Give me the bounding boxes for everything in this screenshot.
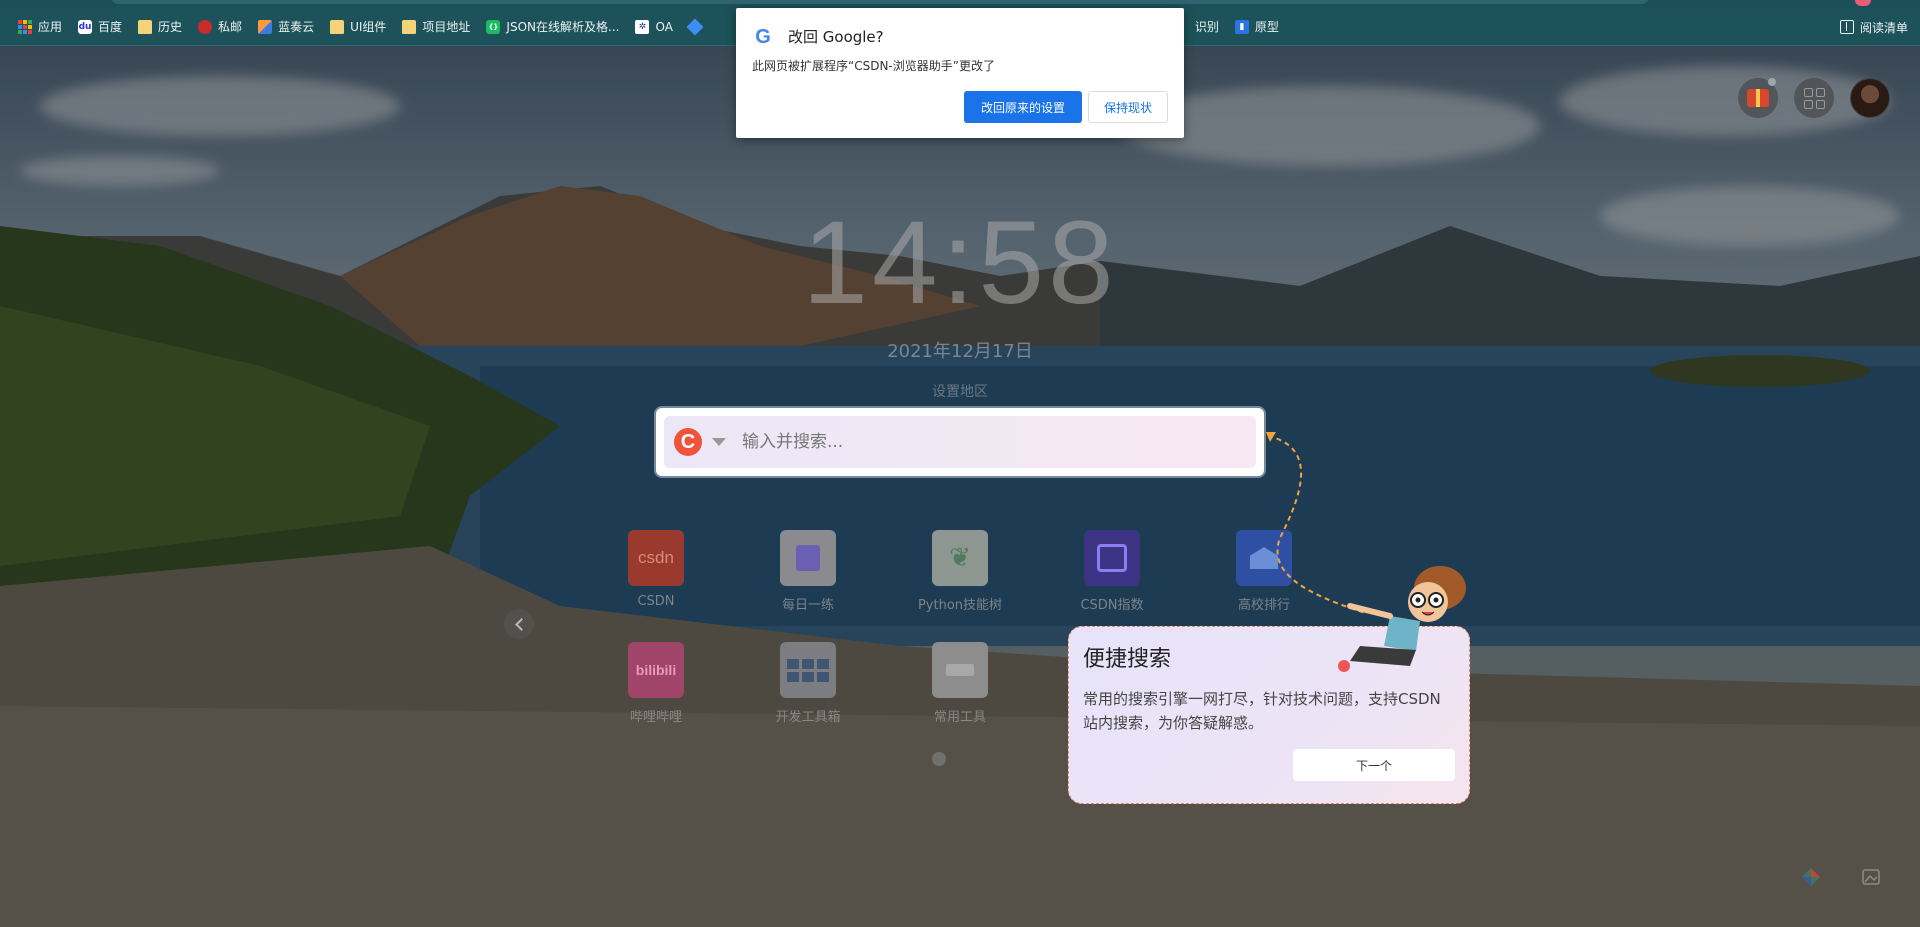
- app-tile-label: 每日一练: [781, 598, 834, 613]
- bilibili-icon: bilibili: [628, 642, 684, 698]
- tools-icon: [932, 642, 988, 698]
- app-tile-python-skill-tree[interactable]: ❦ Python技能树: [905, 530, 1015, 613]
- app-tile-label: 开发工具箱: [775, 710, 841, 725]
- app-tile-csdn[interactable]: csdn CSDN: [601, 530, 711, 609]
- grid-icon: [1803, 87, 1825, 109]
- background-wallpaper: [0, 46, 1920, 927]
- app-tile-daily-practice[interactable]: 每日一练: [753, 530, 863, 613]
- profile-avatar-icon[interactable]: [1855, 0, 1871, 6]
- bookmark-label: 应用: [38, 20, 63, 34]
- diamond-icon: [686, 18, 704, 35]
- json-icon: {}: [486, 19, 501, 34]
- address-bar[interactable]: [110, 0, 1650, 4]
- app-tile-csdn-index[interactable]: CSDN指数: [1057, 530, 1167, 613]
- csdn-search-engine-icon[interactable]: C: [674, 428, 702, 456]
- apps-grid-icon: [18, 19, 32, 34]
- search-box: C: [656, 408, 1264, 476]
- apps-button[interactable]: [1794, 78, 1834, 118]
- bookmark-project[interactable]: 项目地址: [396, 14, 476, 40]
- search-input[interactable]: [742, 432, 1222, 452]
- dialog-title: 改回 Google?: [788, 28, 884, 46]
- chart-icon: [1084, 530, 1140, 586]
- bookmark-oa[interactable]: ✲ OA: [629, 14, 678, 40]
- app-tile-dev-toolbox[interactable]: 开发工具箱: [753, 642, 863, 725]
- user-avatar[interactable]: [1850, 78, 1890, 118]
- google-logo-icon: G: [755, 26, 771, 48]
- reading-list-button[interactable]: 阅读清单: [1839, 8, 1908, 46]
- gift-icon: [1747, 89, 1769, 107]
- folder-icon: [402, 19, 417, 34]
- bookmark-ui-components[interactable]: UI组件: [324, 14, 392, 40]
- bookmark-label: UI组件: [350, 20, 387, 34]
- bookmark-label: OA: [655, 19, 673, 34]
- google-restore-dialog: G 改回 Google? 此网页被扩展程序“CSDN-浏览器助手”更改了 改回原…: [736, 8, 1184, 138]
- app-tile-label: CSDN: [637, 594, 675, 609]
- bookmark-baidu[interactable]: du 百度: [72, 14, 128, 40]
- page-indicator-dot[interactable]: [932, 752, 946, 766]
- guide-title: 便捷搜索: [1083, 647, 1172, 672]
- toolbox-icon: [780, 642, 836, 698]
- notepad-icon: [780, 530, 836, 586]
- set-region-link[interactable]: 设置地区: [0, 381, 1920, 401]
- clock-date: 2021年12月17日: [887, 341, 1033, 362]
- baidu-icon: du: [78, 19, 93, 34]
- bookmark-label: JSON在线解析及格...: [506, 20, 620, 34]
- bookmark-label: 蓝奏云: [278, 20, 315, 34]
- tab-strip: [0, 0, 1920, 8]
- guide-description: 常用的搜索引擎一网打尽，针对技术问题，支持CSDN站内搜索，为你答疑解惑。: [1083, 690, 1441, 732]
- bookmark-label: 项目地址: [422, 20, 471, 34]
- dialog-message: 此网页被扩展程序“CSDN-浏览器助手”更改了: [752, 59, 995, 73]
- bookmark-recognize[interactable]: 识别: [1189, 14, 1225, 40]
- chevron-left-icon: [514, 617, 528, 631]
- oa-icon: ✲: [635, 19, 650, 34]
- app-tile-label: Python技能树: [917, 598, 1003, 613]
- bookmark-label: 百度: [98, 20, 123, 34]
- reading-list-label: 阅读清单: [1859, 20, 1908, 35]
- bookmark-mail[interactable]: 私邮: [192, 14, 248, 40]
- skin-icon[interactable]: [1800, 866, 1822, 888]
- keep-changes-button[interactable]: 保持现状: [1088, 91, 1168, 123]
- next-button[interactable]: 下一个: [1293, 749, 1455, 781]
- bookmark-history[interactable]: 历史: [132, 14, 188, 40]
- bookmark-apps[interactable]: 应用: [12, 14, 68, 40]
- folder-icon: [138, 19, 153, 34]
- prototype-icon: ▮: [1234, 19, 1249, 34]
- bookmark-label: 历史: [158, 20, 183, 34]
- mascot-character-icon: [1338, 566, 1466, 672]
- lanzou-icon: [258, 19, 273, 34]
- app-tile-label: 常用工具: [933, 710, 986, 725]
- bookmark-json[interactable]: {} JSON在线解析及格...: [480, 14, 625, 40]
- clock-time: 14:58: [802, 197, 1118, 329]
- bookmark-label: 私邮: [218, 20, 243, 34]
- app-tile-bilibili[interactable]: bilibili 哔哩哔哩: [601, 642, 711, 725]
- notification-badge: [1768, 78, 1776, 86]
- previous-page-button[interactable]: [504, 609, 534, 639]
- reading-list-icon: [1839, 20, 1854, 34]
- app-tile-label: 哔哩哔哩: [629, 710, 682, 725]
- app-tile-label: CSDN指数: [1080, 598, 1144, 613]
- bookmark-diamond[interactable]: [683, 14, 715, 40]
- wallpaper-icon[interactable]: [1860, 866, 1882, 888]
- csdn-icon: csdn: [628, 530, 684, 586]
- bookmark-lanzou[interactable]: 蓝奏云: [252, 14, 320, 40]
- app-tile-common-tools[interactable]: 常用工具: [905, 642, 1015, 725]
- leaf-icon: ❦: [932, 530, 988, 586]
- revert-settings-button[interactable]: 改回原来的设置: [964, 91, 1082, 123]
- bookmark-label: 识别: [1194, 20, 1219, 34]
- gift-button[interactable]: [1738, 78, 1778, 118]
- bookmark-prototype[interactable]: ▮ 原型: [1229, 14, 1285, 40]
- bookmark-label: 原型: [1254, 20, 1279, 34]
- folder-icon: [330, 19, 345, 34]
- search-bar: C: [664, 416, 1256, 468]
- mail-icon: [198, 19, 213, 34]
- chevron-down-icon[interactable]: [712, 438, 726, 446]
